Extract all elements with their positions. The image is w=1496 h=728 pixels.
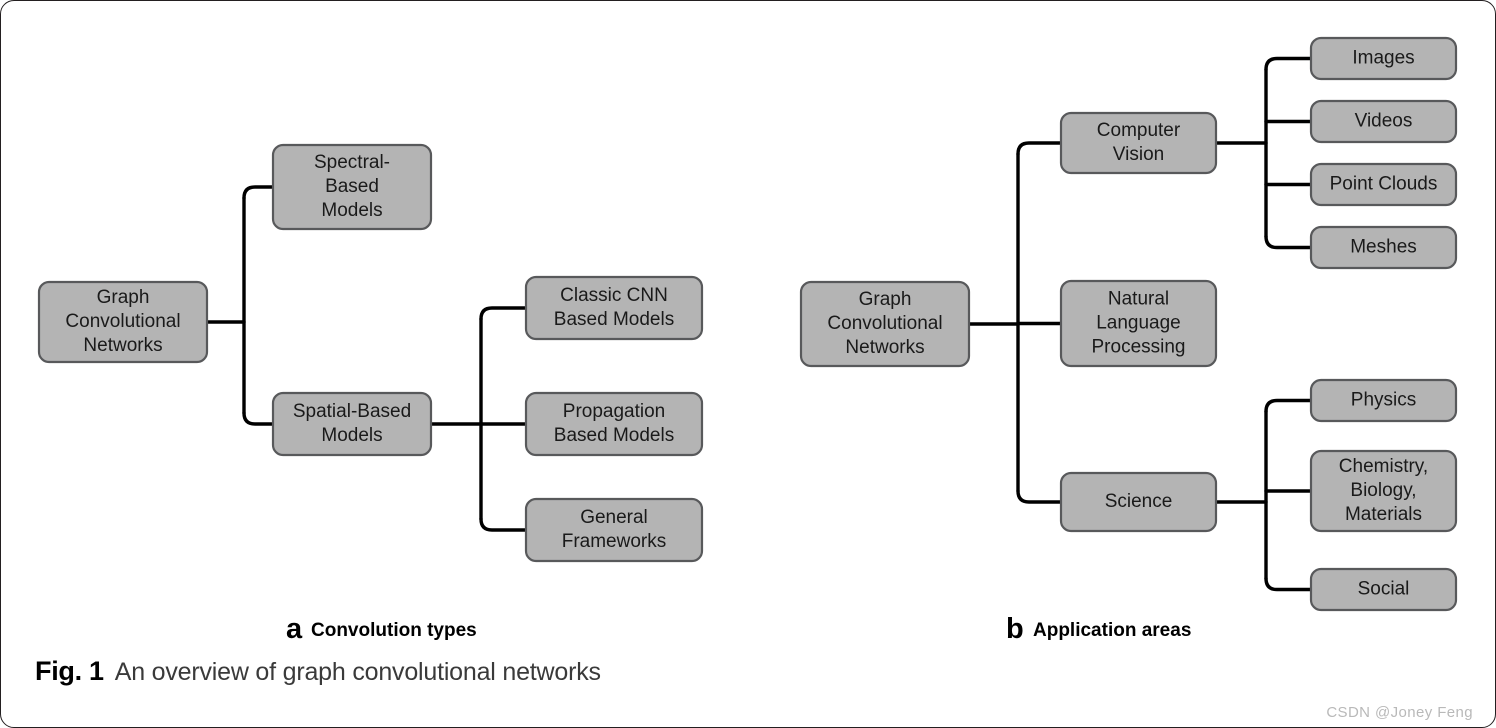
node-label: Frameworks bbox=[562, 531, 667, 552]
node-b-cv[interactable]: Computer Vision bbox=[1059, 111, 1218, 175]
edge-a-root bbox=[205, 185, 275, 426]
node-label: Natural bbox=[1108, 289, 1169, 310]
node-b-videos[interactable]: Videos bbox=[1309, 99, 1458, 144]
node-b-nlp[interactable]: Natural Language Processing bbox=[1059, 279, 1218, 368]
node-label: Models bbox=[321, 200, 382, 221]
node-b-physics[interactable]: Physics bbox=[1309, 378, 1458, 423]
node-a-spectral[interactable]: Spectral- Based Models bbox=[271, 143, 433, 231]
node-label: Networks bbox=[845, 337, 924, 358]
panel-title-b: Application areas bbox=[1033, 620, 1191, 641]
node-a-general[interactable]: General Frameworks bbox=[524, 497, 704, 563]
node-label: Biology, bbox=[1350, 480, 1416, 501]
node-b-root[interactable]: Graph Convolutional Networks bbox=[799, 280, 971, 368]
node-label: Graph bbox=[97, 287, 150, 308]
node-label: Graph bbox=[859, 289, 912, 310]
figure-label: Fig. 1 bbox=[35, 656, 104, 686]
graph-convolutional-networks-diagram: Graph Convolutional Networks Spectral- Based… bbox=[37, 36, 1458, 645]
node-label: Vision bbox=[1113, 144, 1164, 165]
edge-b-cv bbox=[1214, 56, 1313, 250]
edge-b-root bbox=[967, 141, 1063, 504]
node-a-propagation[interactable]: Propagation Based Models bbox=[524, 391, 704, 457]
node-label: Science bbox=[1105, 491, 1173, 512]
panel-letter-a: a bbox=[286, 613, 303, 645]
node-label: Point Clouds bbox=[1330, 174, 1438, 195]
node-a-classic[interactable]: Classic CNN Based Models bbox=[524, 275, 704, 341]
node-b-images[interactable]: Images bbox=[1309, 36, 1458, 81]
node-label: Based bbox=[325, 176, 379, 197]
figure-caption: Fig. 1 An overview of graph convolutional… bbox=[35, 656, 601, 687]
figure-container: Graph Convolutional Networks Spectral- Based… bbox=[0, 0, 1496, 728]
node-label: Convolutional bbox=[827, 313, 942, 334]
node-label: Models bbox=[321, 425, 382, 446]
node-label: Based Models bbox=[554, 425, 674, 446]
node-b-chem[interactable]: Chemistry, Biology, Materials bbox=[1309, 449, 1458, 533]
edge-b-science bbox=[1214, 398, 1313, 592]
node-label: Videos bbox=[1355, 111, 1413, 132]
panel-title-a: Convolution types bbox=[311, 620, 477, 641]
node-label: Physics bbox=[1351, 390, 1416, 411]
node-b-social[interactable]: Social bbox=[1309, 567, 1458, 612]
node-label: Processing bbox=[1092, 337, 1186, 358]
node-label: Convolutional bbox=[65, 311, 180, 332]
watermark: CSDN @Joney Feng bbox=[1326, 704, 1473, 721]
node-label: Chemistry, bbox=[1339, 456, 1428, 477]
panel-letter-b: b bbox=[1006, 613, 1024, 645]
node-label: General bbox=[580, 507, 648, 528]
node-a-spatial[interactable]: Spatial-Based Models bbox=[271, 391, 433, 457]
node-layer: Graph Convolutional Networks Spectral- Based… bbox=[37, 36, 1458, 612]
node-label: Propagation bbox=[563, 401, 665, 422]
node-label: Images bbox=[1352, 48, 1414, 69]
panel-label-layer: a Convolution types b Application areas bbox=[286, 613, 1191, 645]
node-label: Language bbox=[1096, 313, 1181, 334]
node-b-meshes[interactable]: Meshes bbox=[1309, 225, 1458, 270]
node-label: Networks bbox=[83, 335, 162, 356]
node-label: Meshes bbox=[1350, 237, 1417, 258]
node-label: Spatial-Based bbox=[293, 401, 411, 422]
node-b-points[interactable]: Point Clouds bbox=[1309, 162, 1458, 207]
edge-a-spatial bbox=[429, 306, 528, 532]
node-label: Materials bbox=[1345, 504, 1422, 525]
figure-caption-text: An overview of graph convolutional netwo… bbox=[114, 658, 601, 686]
node-label: Spectral- bbox=[314, 152, 390, 173]
node-a-root[interactable]: Graph Convolutional Networks bbox=[37, 280, 209, 364]
node-label: Computer bbox=[1097, 120, 1181, 141]
node-label: Classic CNN bbox=[560, 285, 668, 306]
node-label: Based Models bbox=[554, 309, 674, 330]
node-b-science[interactable]: Science bbox=[1059, 471, 1218, 533]
node-label: Social bbox=[1358, 579, 1410, 600]
